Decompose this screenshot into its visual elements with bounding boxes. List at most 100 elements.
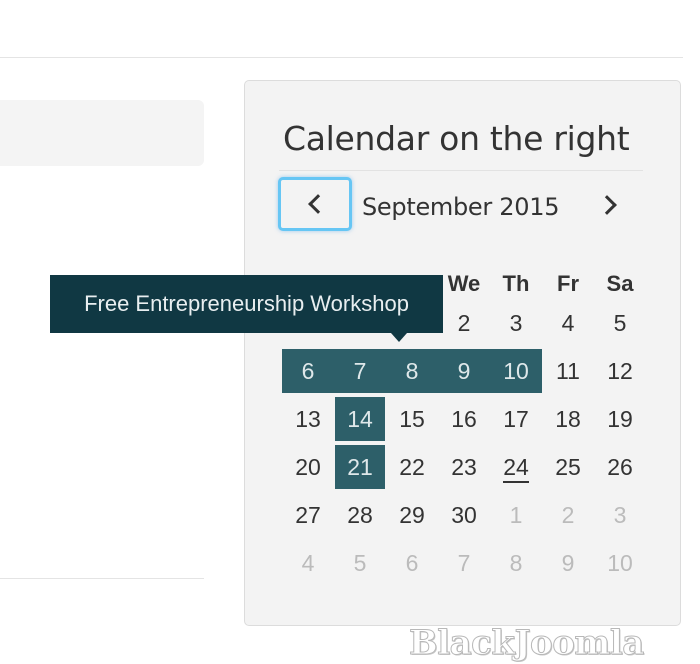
day-number: 18 <box>555 406 581 432</box>
calendar-day-outside-month[interactable]: 6 <box>386 539 438 587</box>
calendar-day-event[interactable]: 8 <box>386 347 438 395</box>
calendar-day[interactable]: 20 <box>282 443 334 491</box>
calendar-day[interactable]: 17 <box>490 395 542 443</box>
day-number: 13 <box>295 406 321 432</box>
day-number: 23 <box>451 454 477 480</box>
calendar-day[interactable]: 4 <box>542 299 594 347</box>
calendar-day-outside-month[interactable]: 2 <box>542 491 594 539</box>
day-number: 24 <box>503 454 529 483</box>
calendar-week-row: 20 21 22 23 24 25 26 <box>282 443 646 491</box>
day-number: 28 <box>347 502 373 528</box>
weekday-label: Sa <box>606 271 634 296</box>
calendar-day[interactable]: 26 <box>594 443 646 491</box>
calendar-day-event[interactable]: 21 <box>334 443 386 491</box>
calendar-day[interactable]: 29 <box>386 491 438 539</box>
day-number: 2 <box>561 502 575 528</box>
chevron-left-icon <box>307 194 328 214</box>
calendar-day-event[interactable]: 7 <box>334 347 386 395</box>
calendar-day[interactable]: 3 <box>490 299 542 347</box>
day-number: 8 <box>405 358 419 384</box>
top-divider <box>0 57 683 58</box>
month-label: September 2015 <box>362 193 560 221</box>
day-number: 9 <box>561 550 575 576</box>
calendar-week-row: 6 7 8 9 10 11 12 <box>282 347 646 395</box>
calendar-week-row: 4 5 6 7 8 9 10 <box>282 539 646 587</box>
day-number: 10 <box>503 358 529 384</box>
calendar-day-outside-month[interactable]: 9 <box>542 539 594 587</box>
day-number: 8 <box>509 550 523 576</box>
calendar-day[interactable]: 2 <box>438 299 490 347</box>
day-number: 6 <box>405 550 419 576</box>
day-number: 3 <box>509 310 523 336</box>
day-number: 9 <box>457 358 471 384</box>
calendar-day-event[interactable]: 10 <box>490 347 542 395</box>
day-number: 17 <box>503 406 529 432</box>
calendar-day-outside-month[interactable]: 5 <box>334 539 386 587</box>
calendar-day[interactable]: 22 <box>386 443 438 491</box>
title-divider <box>279 170 643 171</box>
calendar-day[interactable]: 16 <box>438 395 490 443</box>
calendar-module: Calendar on the right September 2015 SuM… <box>244 80 681 626</box>
calendar-day[interactable]: 5 <box>594 299 646 347</box>
calendar-day[interactable]: 11 <box>542 347 594 395</box>
day-number: 29 <box>399 502 425 528</box>
day-number: 30 <box>451 502 477 528</box>
day-number: 15 <box>399 406 425 432</box>
day-number: 5 <box>353 550 367 576</box>
day-number: 7 <box>457 550 471 576</box>
calendar-day[interactable]: 24 <box>490 443 542 491</box>
watermark-logo: BlackJoomla <box>409 623 645 664</box>
calendar-day-outside-month[interactable]: 3 <box>594 491 646 539</box>
day-number: 10 <box>607 550 633 576</box>
left-divider <box>0 578 204 579</box>
calendar-day[interactable]: 18 <box>542 395 594 443</box>
calendar-day-event[interactable]: 14 <box>334 395 386 443</box>
day-number: 1 <box>509 502 523 528</box>
module-title: Calendar on the right <box>283 119 630 158</box>
day-number: 20 <box>295 454 321 480</box>
day-number: 26 <box>607 454 633 480</box>
calendar-day-event[interactable]: 9 <box>438 347 490 395</box>
day-number: 12 <box>607 358 633 384</box>
day-number: 2 <box>457 310 471 336</box>
weekday-label: We <box>447 271 481 296</box>
tooltip-arrow <box>391 333 407 342</box>
calendar-day-outside-month[interactable]: 1 <box>490 491 542 539</box>
calendar-week-row: 13 14 15 16 17 18 19 <box>282 395 646 443</box>
day-number: 4 <box>301 550 315 576</box>
calendar-day-outside-month[interactable]: 8 <box>490 539 542 587</box>
calendar-day[interactable]: 30 <box>438 491 490 539</box>
next-month-button[interactable] <box>589 185 629 225</box>
calendar-day-outside-month[interactable]: 10 <box>594 539 646 587</box>
calendar-week-row: 27 28 29 30 1 2 3 <box>282 491 646 539</box>
calendar-day[interactable]: 12 <box>594 347 646 395</box>
calendar-day[interactable]: 23 <box>438 443 490 491</box>
calendar-day[interactable]: 19 <box>594 395 646 443</box>
day-number: 19 <box>607 406 633 432</box>
calendar-day-outside-month[interactable]: 4 <box>282 539 334 587</box>
calendar-day-event[interactable]: 6 <box>282 347 334 395</box>
calendar-day[interactable]: 27 <box>282 491 334 539</box>
day-number: 22 <box>399 454 425 480</box>
day-number: 6 <box>301 358 315 384</box>
day-number: 16 <box>451 406 477 432</box>
weekday-label: Fr <box>557 271 579 296</box>
tooltip-text: Free Entrepreneurship Workshop <box>84 291 409 316</box>
calendar-day[interactable]: 13 <box>282 395 334 443</box>
calendar-day[interactable]: 28 <box>334 491 386 539</box>
day-number: 3 <box>613 502 627 528</box>
calendar-grid: 3031123456789101112131415161718192021222… <box>282 299 646 587</box>
day-number: 5 <box>613 310 627 336</box>
day-number: 7 <box>353 358 367 384</box>
chevron-right-icon <box>596 195 617 215</box>
calendar-day-outside-month[interactable]: 7 <box>438 539 490 587</box>
prev-month-button[interactable] <box>278 177 352 231</box>
day-number: 27 <box>295 502 321 528</box>
day-number: 21 <box>347 454 373 480</box>
day-number: 14 <box>347 406 373 432</box>
calendar-day[interactable]: 15 <box>386 395 438 443</box>
day-number: 4 <box>561 310 575 336</box>
day-number: 25 <box>555 454 581 480</box>
calendar-day[interactable]: 25 <box>542 443 594 491</box>
day-number: 11 <box>556 358 580 384</box>
